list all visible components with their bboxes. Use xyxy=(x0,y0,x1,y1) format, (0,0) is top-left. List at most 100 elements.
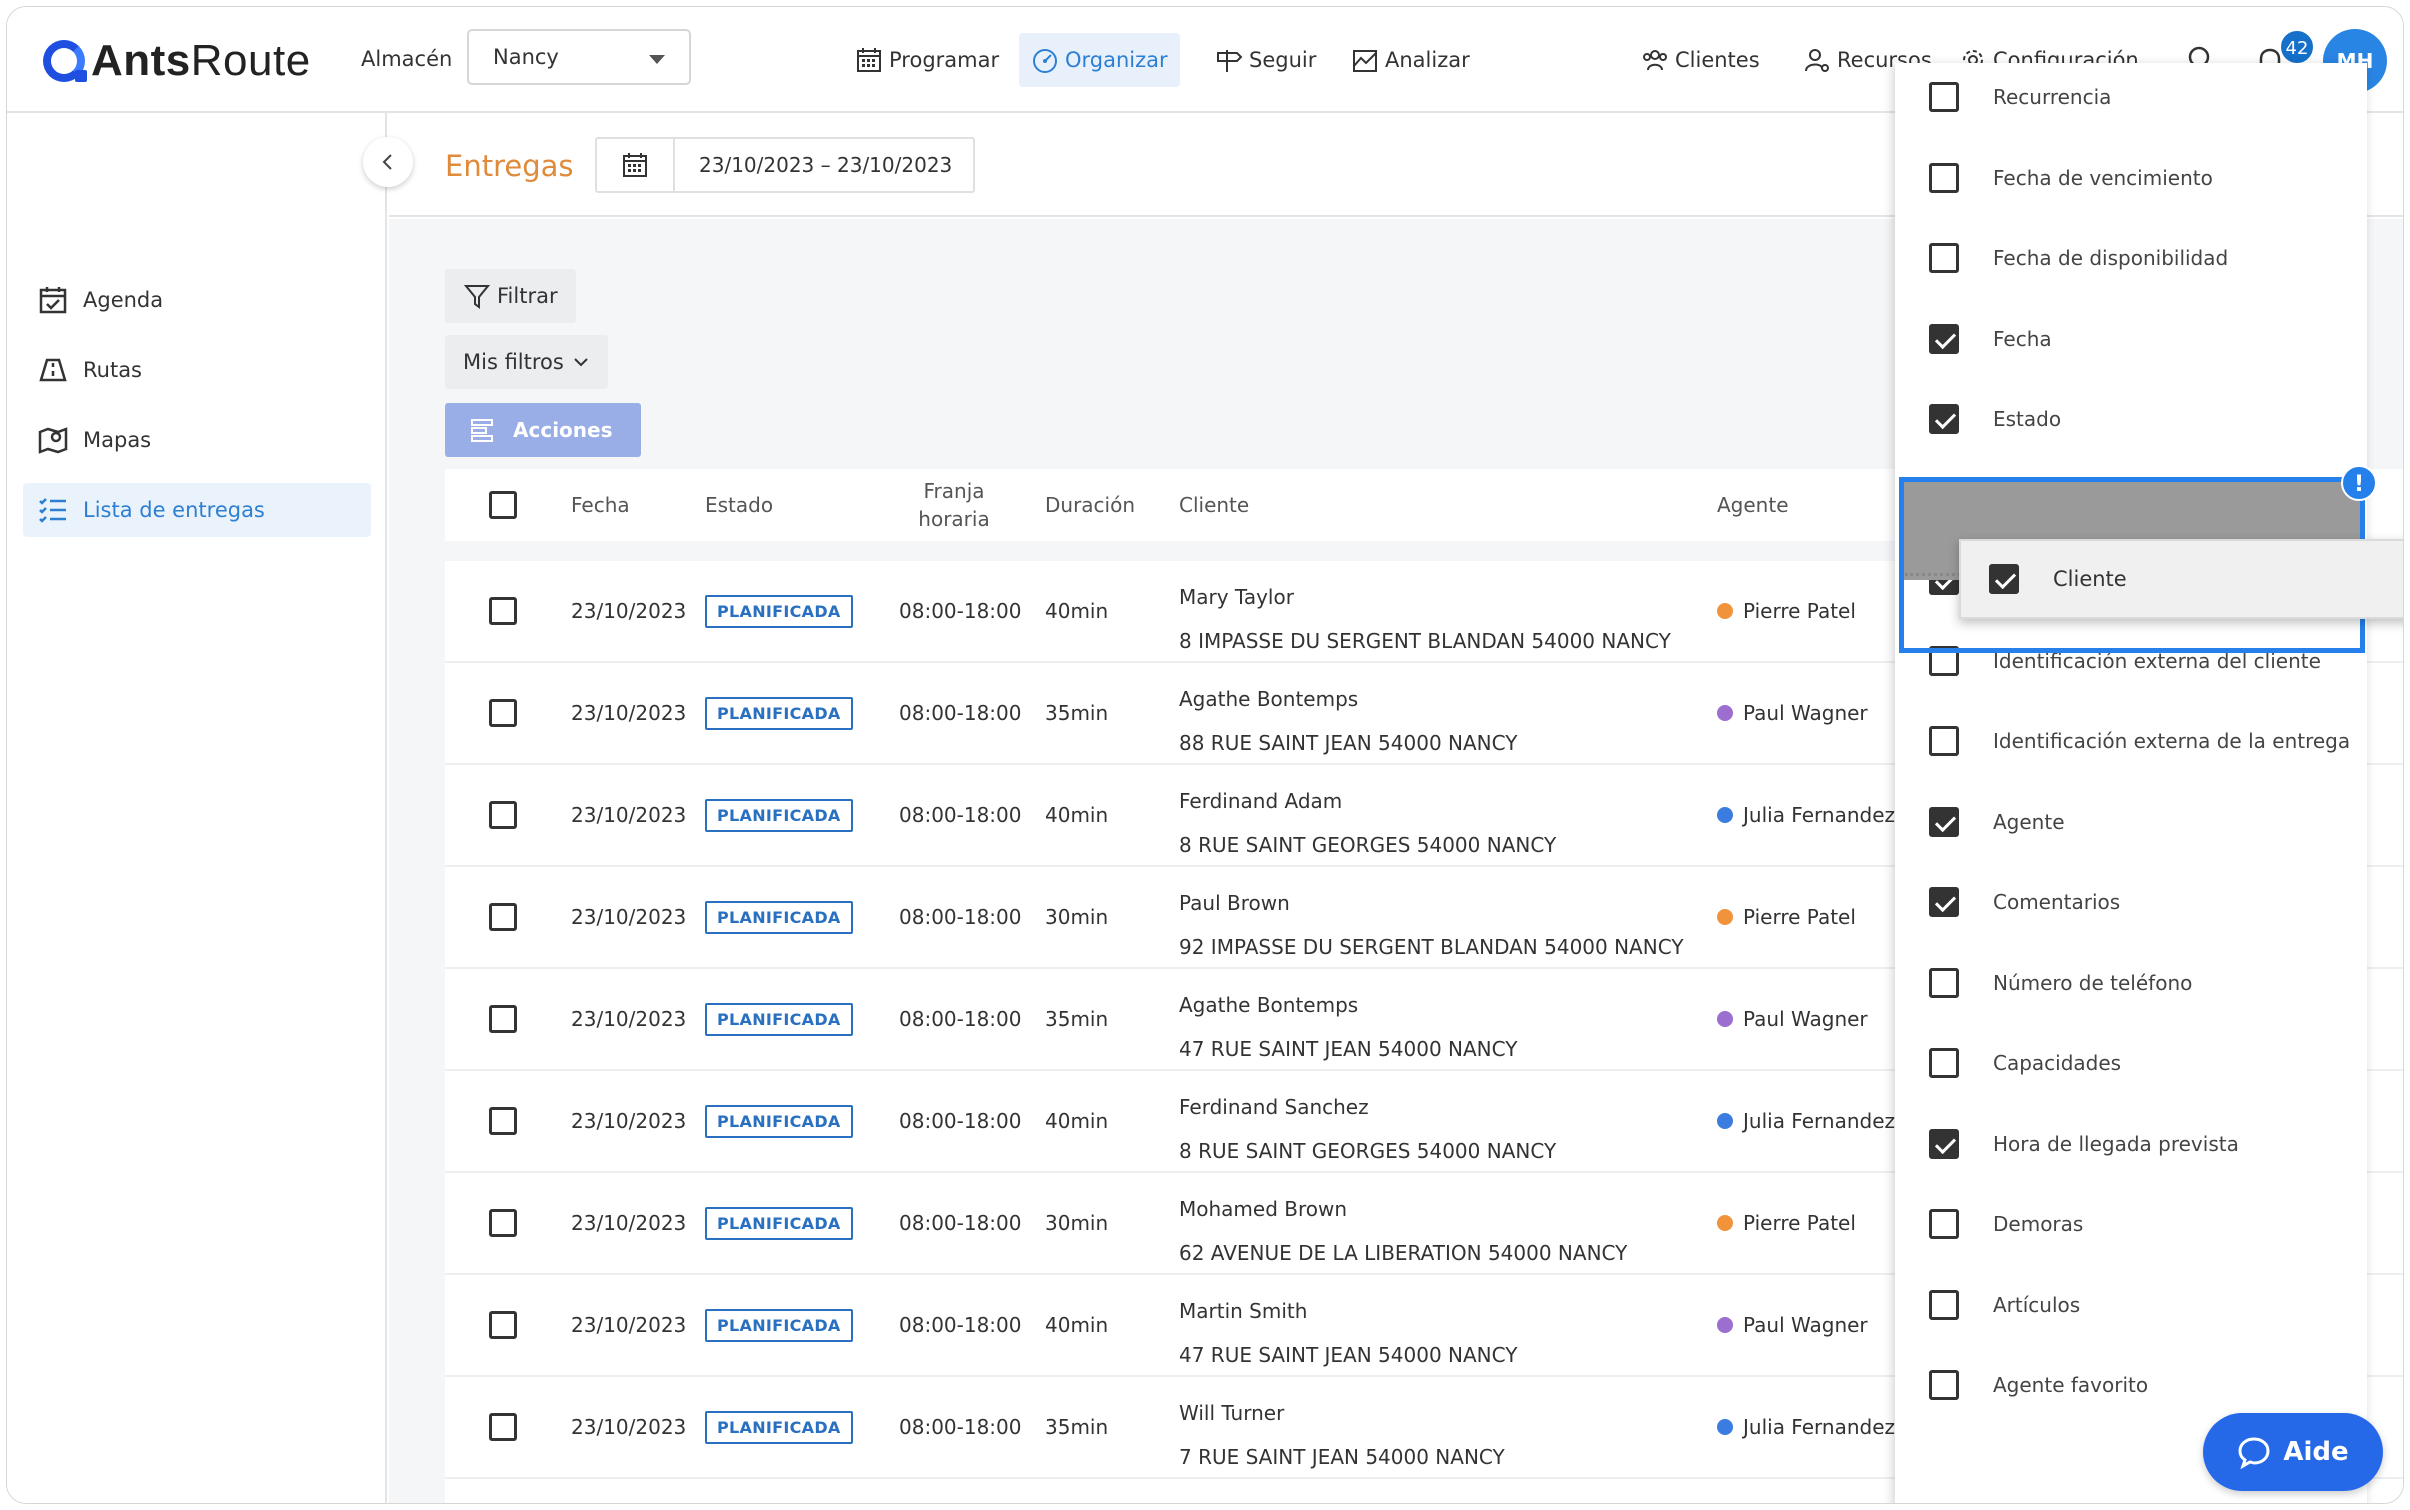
column-option[interactable]: Hora de llegada prevista xyxy=(1929,1124,2239,1164)
header-duracion[interactable]: Duración xyxy=(1045,469,1135,541)
row-checkbox[interactable] xyxy=(489,699,517,727)
actions-button[interactable]: Acciones xyxy=(445,403,641,457)
select-all-checkbox[interactable] xyxy=(489,491,517,519)
filter-button[interactable]: Filtrar xyxy=(445,269,576,323)
chevron-down-icon xyxy=(649,55,665,64)
column-option-checkbox[interactable] xyxy=(1929,162,1959,193)
column-option[interactable]: Número de teléfono xyxy=(1929,963,2192,1003)
nav-analizar-label: Analizar xyxy=(1385,48,1470,72)
cell-agente: Paul Wagner xyxy=(1717,663,1868,763)
column-option-checkbox[interactable] xyxy=(1929,1128,1959,1159)
calendar-check-icon xyxy=(39,287,67,314)
notification-badge: 42 xyxy=(2279,29,2315,65)
client-name: Paul Brown xyxy=(1179,891,1290,915)
actions-list-icon xyxy=(471,419,493,442)
date-range-picker[interactable]: 23/10/2023 – 23/10/2023 xyxy=(595,137,975,193)
row-checkbox[interactable] xyxy=(489,1005,517,1033)
header-estado[interactable]: Estado xyxy=(705,469,773,541)
column-option[interactable]: Fecha de vencimiento xyxy=(1929,158,2213,198)
cell-cliente: Will Turner 7 RUE SAINT JEAN 54000 NANCY xyxy=(1179,1391,1505,1479)
column-option-checkbox[interactable] xyxy=(1929,82,1959,112)
help-chat-button[interactable]: Aide xyxy=(2203,1413,2383,1491)
client-address: 47 RUE SAINT JEAN 54000 NANCY xyxy=(1179,1343,1518,1367)
status-badge: PLANIFICADA xyxy=(705,1410,853,1444)
nav-organizar[interactable]: Organizar xyxy=(1019,33,1180,87)
column-option[interactable]: Comentarios xyxy=(1929,882,2120,922)
client-address: 8 IMPASSE DU SERGENT BLANDAN 54000 NANCY xyxy=(1179,629,1671,653)
nav-organizar-label: Organizar xyxy=(1065,48,1168,72)
header-fecha[interactable]: Fecha xyxy=(571,469,630,541)
column-option-label: Identificación externa de la entrega xyxy=(1993,729,2351,753)
row-checkbox[interactable] xyxy=(489,1413,517,1441)
agent-name: Pierre Patel xyxy=(1743,599,1856,623)
header-agente[interactable]: Agente xyxy=(1717,469,1789,541)
row-checkbox[interactable] xyxy=(489,1311,517,1339)
column-option[interactable]: Estado xyxy=(1929,399,2061,439)
client-name: Mohamed Karastas xyxy=(1179,1493,1371,1503)
row-checkbox[interactable] xyxy=(489,597,517,625)
column-option[interactable]: Agente xyxy=(1929,802,2065,842)
sidebar-item-rutas[interactable]: Rutas xyxy=(23,343,371,397)
logo-text-bold: Ants xyxy=(91,36,191,85)
cell-duracion: 40min xyxy=(1045,803,1109,827)
warehouse-value: Nancy xyxy=(493,45,559,69)
header-franja-horaria[interactable]: Franja horaria xyxy=(889,469,1019,541)
column-option-checkbox[interactable] xyxy=(1929,1209,1959,1239)
column-option-checkbox[interactable] xyxy=(1929,967,1959,998)
sidebar-item-label: Mapas xyxy=(83,428,152,452)
column-option[interactable]: Fecha xyxy=(1929,319,2052,359)
cell-fecha: 23/10/2023 xyxy=(571,803,687,827)
column-option-checkbox[interactable] xyxy=(1929,323,1959,354)
column-option-checkbox[interactable] xyxy=(1929,726,1959,756)
column-option-checkbox[interactable] xyxy=(1929,887,1959,917)
row-checkbox[interactable] xyxy=(489,801,517,829)
header-cliente[interactable]: Cliente xyxy=(1179,469,1249,541)
cell-franja: 08:00-18:00 xyxy=(899,599,1022,623)
dragged-option-label: Cliente xyxy=(2053,567,2127,591)
agent-color-dot xyxy=(1717,1113,1733,1129)
cell-franja: 08:00-18:00 xyxy=(899,803,1022,827)
agent-color-dot xyxy=(1717,1419,1733,1435)
sidebar-item-mapas[interactable]: Mapas xyxy=(23,413,371,467)
warehouse-select[interactable]: Nancy xyxy=(467,29,691,85)
map-pin-icon xyxy=(38,427,68,454)
column-option[interactable]: Demoras xyxy=(1929,1204,2083,1244)
sidebar-item-lista-de-entregas[interactable]: Lista de entregas xyxy=(23,483,371,537)
column-option[interactable]: Identificación externa de la entrega xyxy=(1929,721,2350,761)
column-option[interactable]: Artículos xyxy=(1929,1285,2080,1325)
cell-cliente: Mohamed Karastas xyxy=(1179,1493,1371,1503)
column-option[interactable]: Capacidades xyxy=(1929,1043,2121,1083)
client-address: 8 RUE SAINT GEORGES 54000 NANCY xyxy=(1179,1139,1557,1163)
agent-name: Paul Wagner xyxy=(1743,1313,1868,1337)
nav-analizar[interactable]: Analizar xyxy=(1339,33,1482,87)
road-icon xyxy=(39,358,67,382)
column-option-checkbox[interactable] xyxy=(1929,806,1959,837)
column-option[interactable]: Agente favorito xyxy=(1929,1365,2148,1405)
cell-agente: Pierre Patel xyxy=(1717,561,1856,661)
my-filters-dropdown[interactable]: Mis filtros xyxy=(445,335,608,389)
chart-line-icon xyxy=(1353,50,1377,72)
antsroute-logo[interactable]: AntsRoute xyxy=(43,33,311,89)
nav-clientes-label: Clientes xyxy=(1675,48,1760,72)
column-option-checkbox[interactable] xyxy=(1929,243,1959,273)
column-option-checkbox[interactable] xyxy=(1929,1370,1959,1400)
column-option-checkbox[interactable] xyxy=(1929,1048,1959,1078)
row-checkbox[interactable] xyxy=(489,1107,517,1135)
column-option[interactable]: Recurrencia xyxy=(1929,77,2111,117)
column-option-checkbox[interactable] xyxy=(1929,404,1959,434)
column-option[interactable]: Fecha de disponibilidad xyxy=(1929,238,2228,278)
row-checkbox[interactable] xyxy=(489,903,517,931)
nav-clientes[interactable]: Clientes xyxy=(1629,33,1772,87)
nav-programar[interactable]: Programar xyxy=(843,33,1011,87)
collapse-sidebar-button[interactable] xyxy=(363,137,413,187)
sidebar-item-agenda[interactable]: Agenda xyxy=(23,273,371,327)
agent-color-dot xyxy=(1717,1317,1733,1333)
column-option-checkbox[interactable] xyxy=(1929,1289,1959,1320)
dragged-column-option[interactable]: Cliente xyxy=(1959,539,2403,619)
column-option-label: Fecha de vencimiento xyxy=(1993,165,2213,190)
agent-color-dot xyxy=(1717,807,1733,823)
help-button-label: Aide xyxy=(2283,1437,2349,1467)
row-checkbox[interactable] xyxy=(489,1209,517,1237)
checklist-icon xyxy=(39,498,66,523)
nav-seguir[interactable]: Seguir xyxy=(1203,33,1328,87)
